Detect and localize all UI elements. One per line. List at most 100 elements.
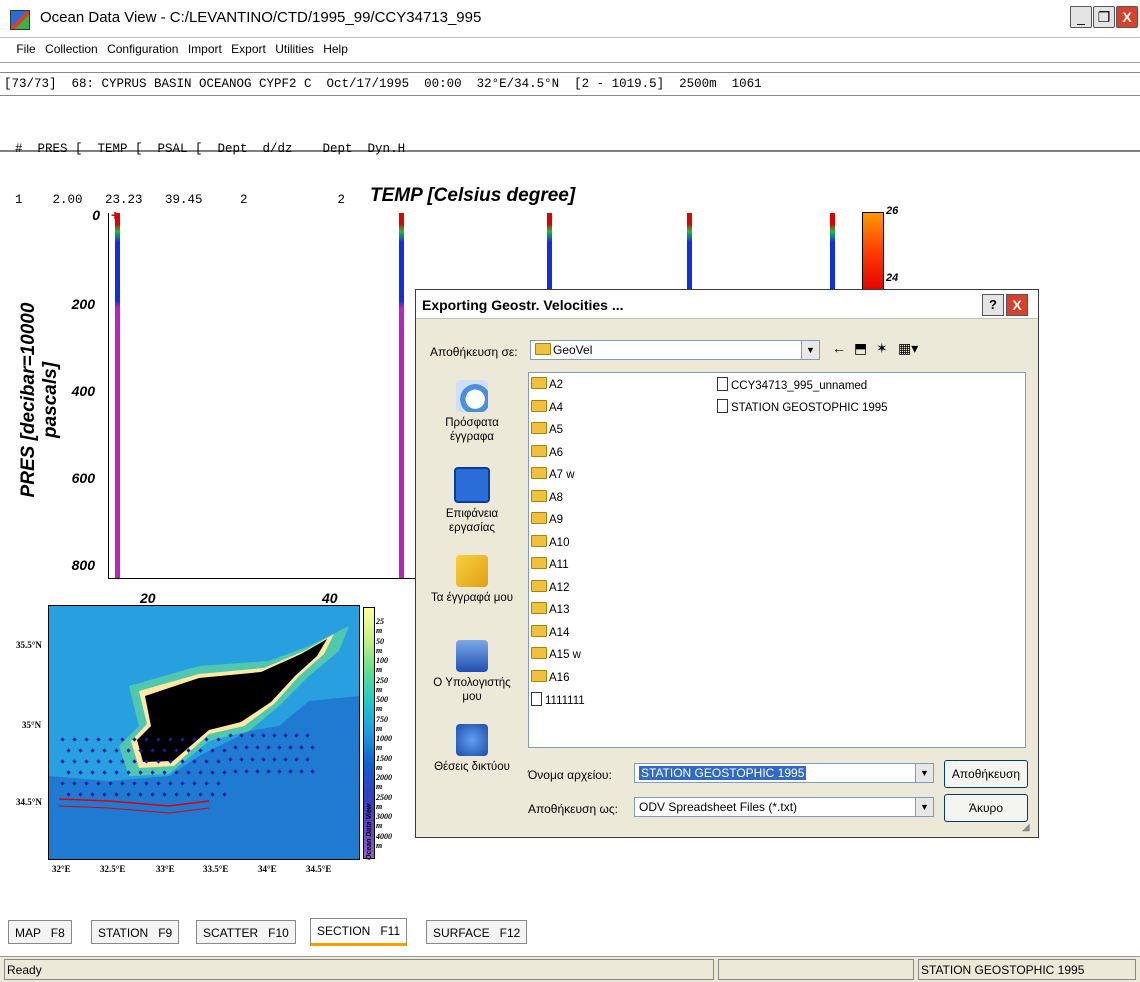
chevron-down-icon[interactable]: ▼ (915, 798, 933, 816)
depth-label: 750 m (376, 714, 388, 733)
filename-input[interactable]: STATION GEOSTOPHIC 1995 ▼ (634, 763, 934, 783)
file-item[interactable]: CCY34713_995_unnamed (717, 377, 867, 392)
lon-label: 33.5°E (203, 864, 229, 874)
maximize-button[interactable]: ❐ (1093, 6, 1115, 28)
file-list[interactable]: A2 A4 A5 A6 A7 w A8 A9 A10 A11 A12 A13 A14 A15 w A16 1… (528, 372, 1026, 748)
tab-station[interactable]: STATION F9 (91, 920, 180, 944)
menu-configuration[interactable]: Configuration (104, 38, 181, 56)
folder-icon (531, 579, 547, 592)
up-folder-icon[interactable]: ⬒ (854, 340, 867, 357)
folder-name: A11 (549, 559, 569, 571)
menu-help[interactable]: Help (320, 38, 351, 56)
new-folder-icon[interactable]: ✶ (876, 340, 888, 357)
resize-grip-icon[interactable]: ◢ (1022, 822, 1030, 833)
place-my-documents[interactable]: Τα έγγραφά μου (424, 555, 520, 605)
data-header: # PRES [ TEMP [ PSAL [ Dept d/dz Dept Dy… (0, 142, 406, 156)
folder-name: A8 (549, 491, 564, 504)
depth-label: 250 m (376, 675, 388, 694)
chart-title: TEMP [Celsius degree] (370, 185, 576, 206)
folder-name: A10 (549, 536, 570, 549)
folder-item[interactable]: A10 (531, 534, 570, 549)
my-computer-icon (456, 640, 488, 672)
folder-item[interactable]: A15 w (531, 647, 581, 661)
lat-label: 35°N (22, 720, 42, 730)
depth-label: 2500 m (376, 792, 392, 811)
recent-documents-icon (456, 380, 488, 412)
odv-app-icon (10, 10, 30, 30)
menu-export[interactable]: Export (228, 38, 269, 56)
folder-item[interactable]: A5 (531, 422, 563, 436)
temp-profile (399, 213, 404, 578)
place-label: Ο Υπολογιστής μου (433, 677, 511, 703)
y-tick: 800 (71, 557, 95, 573)
chevron-down-icon[interactable]: ▼ (801, 341, 819, 359)
desktop-icon (454, 467, 490, 503)
temp-colorbar (862, 212, 884, 294)
savetype-dropdown[interactable]: ODV Spreadsheet Files (*.txt) ▼ (634, 797, 934, 817)
folder-item[interactable]: A13 (531, 602, 569, 616)
folder-item[interactable]: A12 (531, 579, 570, 594)
file-name: 1111111 (545, 695, 585, 707)
station-map[interactable] (48, 605, 360, 860)
folder-item[interactable]: A9 (531, 512, 563, 526)
lon-label: 32.5°E (100, 864, 126, 874)
data-values-panel: # PRES [ TEMP [ PSAL [ Dept d/dz Dept Dy… (0, 100, 1140, 207)
folder-item[interactable]: A2 (531, 377, 563, 391)
lon-label: 33°E (156, 864, 175, 874)
save-button[interactable]: Αποθήκευση (944, 760, 1028, 788)
view-tabs: MAP F8 STATION F9 SCATTER F10 SECTION F1… (0, 918, 1140, 958)
menu-file[interactable]: File (13, 38, 38, 56)
dialog-title: Exporting Geostr. Velocities ... (422, 297, 624, 313)
depth-label: 500 m (376, 695, 388, 713)
minimize-button[interactable]: _ (1070, 6, 1092, 28)
view-menu-icon[interactable]: ▦▾ (898, 340, 918, 357)
place-label: Τα έγγραφά μου (430, 592, 514, 604)
temp-profile (115, 213, 120, 578)
folder-name: A2 (549, 379, 564, 391)
depth-label: 2000 m (376, 773, 392, 791)
file-item[interactable]: STATION GEOSTOPHIC 1995 (717, 399, 888, 414)
folder-name: A9 (549, 514, 564, 526)
folder-item[interactable]: A16 (531, 669, 570, 684)
tab-scatter[interactable]: SCATTER F10 (196, 920, 296, 944)
window-title: Ocean Data View - C:/LEVANTINO/CTD/1995_… (40, 9, 482, 26)
folder-name: A5 (549, 424, 564, 436)
menu-import[interactable]: Import (185, 38, 225, 56)
lon-label: 32°E (52, 864, 71, 874)
folder-item[interactable]: A11 (531, 557, 569, 571)
document-icon (531, 692, 542, 706)
folder-item[interactable]: A4 (531, 399, 563, 414)
title-bar: Ocean Data View - C:/LEVANTINO/CTD/1995_… (0, 0, 1140, 38)
status-bar: Ready STATION GEOSTOPHIC 1995 (0, 956, 1140, 982)
my-documents-icon (456, 555, 488, 587)
place-recent-documents[interactable]: Πρόσφατα έγγραφα (424, 380, 520, 444)
document-icon (717, 377, 728, 391)
tab-map[interactable]: MAP F8 (8, 920, 72, 944)
file-item[interactable]: 1111111 (531, 692, 585, 707)
dialog-close-button[interactable]: X (1006, 294, 1028, 316)
tab-section[interactable]: SECTION F11 (310, 918, 408, 946)
place-label: Επιφάνεια εργασίας (445, 508, 499, 534)
back-arrow-icon[interactable]: ← (832, 340, 846, 356)
menu-utilities[interactable]: Utilities (272, 38, 317, 56)
tab-surface[interactable]: SURFACE F12 (426, 920, 528, 944)
close-button[interactable]: X (1116, 6, 1138, 28)
status-file: STATION GEOSTOPHIC 1995 (918, 959, 1136, 980)
place-desktop[interactable]: Επιφάνεια εργασίας (424, 467, 520, 535)
dialog-toolbar: ← ⬒ ✶ ▦▾ (832, 340, 942, 360)
place-network[interactable]: Θέσεις δικτύου (424, 724, 520, 774)
depth-label: 50 m (376, 636, 384, 655)
folder-name: A16 (549, 671, 570, 684)
cancel-button[interactable]: Άκυρο (944, 794, 1028, 822)
folder-item[interactable]: A6 (531, 444, 563, 459)
place-my-computer[interactable]: Ο Υπολογιστής μου (424, 640, 520, 704)
folder-item[interactable]: A8 (531, 489, 564, 504)
help-button[interactable]: ? (982, 294, 1004, 316)
menu-collection[interactable]: Collection (42, 38, 101, 56)
folder-item[interactable]: A14 (531, 624, 569, 639)
chevron-down-icon[interactable]: ▼ (915, 764, 933, 782)
save-in-dropdown[interactable]: GeoVel ▼ (530, 340, 820, 360)
folder-item[interactable]: A7 w (531, 467, 575, 481)
depth-label: 1500 m (376, 753, 392, 772)
folder-name: A12 (549, 581, 570, 594)
